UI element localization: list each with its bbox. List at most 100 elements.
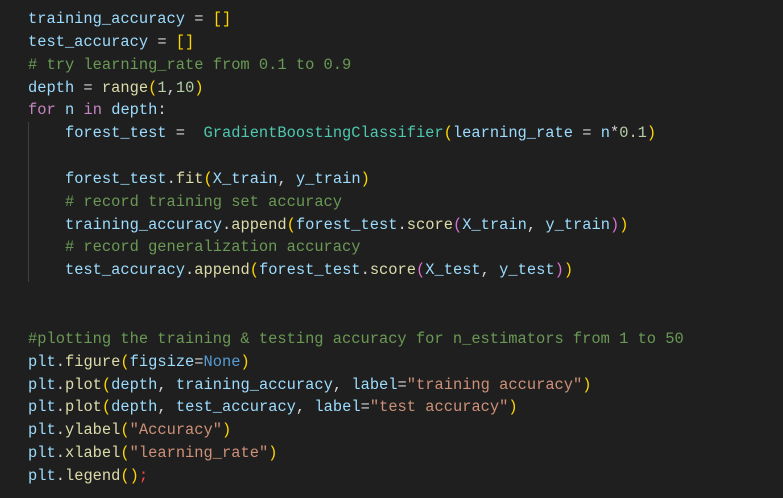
code-line[interactable]: # record generalization accuracy: [0, 236, 783, 260]
code-line[interactable]: ​: [0, 282, 783, 305]
code-token: None: [203, 352, 241, 371]
code-token: label: [314, 398, 361, 417]
code-line[interactable]: for n in depth:: [0, 99, 783, 122]
code-token: depth: [111, 398, 158, 417]
code-line[interactable]: # try learning_rate from 0.1 to 0.9: [0, 54, 783, 77]
code-token: =: [185, 10, 213, 28]
code-line[interactable]: test_accuracy.append(forest_test.score(X…: [0, 259, 783, 283]
code-token: figsize: [129, 352, 195, 371]
code-token: plt: [28, 398, 56, 417]
code-token: (: [452, 215, 463, 234]
code-token: depth: [111, 101, 158, 120]
code-token: =: [148, 32, 176, 51]
code-line[interactable]: training_accuracy = []: [0, 8, 783, 31]
code-token: .: [55, 398, 65, 417]
code-token: *: [609, 124, 620, 143]
code-token: ): [222, 421, 232, 440]
code-token: in: [83, 101, 102, 120]
code-token: for: [28, 101, 56, 120]
code-line[interactable]: forest_test.fit(X_train, y_train): [0, 167, 783, 191]
code-token: forest_test: [64, 169, 167, 188]
code-token: GradientBoostingClassifier: [203, 124, 444, 143]
code-token: =: [166, 124, 204, 143]
code-line[interactable]: plt.figure(figsize=None): [0, 351, 783, 374]
code-line[interactable]: depth = range(1,10): [0, 77, 783, 100]
code-token: ): [609, 215, 620, 234]
code-line[interactable]: plt.ylabel("Accuracy"): [0, 419, 783, 442]
code-token: (: [148, 78, 158, 97]
code-line[interactable]: plt.xlabel("learning_rate"): [0, 442, 783, 465]
code-token: y_train: [545, 215, 610, 234]
code-token: "test accuracy": [369, 398, 509, 417]
code-token: (: [249, 261, 259, 280]
code-editor[interactable]: training_accuracy = [] test_accuracy = []…: [0, 0, 783, 498]
indent-guide: [28, 167, 29, 191]
code-token: depth: [111, 375, 158, 394]
code-token: (: [120, 444, 130, 463]
code-line[interactable]: plt.legend();: [0, 465, 783, 488]
code-token: # try learning_rate from 0.1 to 0.9: [28, 55, 352, 74]
code-token: X_train: [212, 169, 278, 188]
indent-guide: [28, 190, 29, 214]
code-token: "training accuracy": [406, 375, 583, 394]
code-token: (: [203, 169, 213, 188]
code-token: (: [416, 261, 426, 280]
code-token: .: [185, 261, 195, 280]
code-line[interactable]: ​: [0, 145, 783, 168]
code-token: learning_rate: [452, 124, 573, 143]
code-token: # record generalization accuracy: [64, 238, 361, 257]
code-token: plot: [64, 375, 102, 394]
code-line[interactable]: ​: [0, 305, 783, 328]
code-line[interactable]: # record training set accuracy: [0, 190, 783, 214]
code-token: ,: [332, 375, 352, 394]
code-token: .: [55, 375, 65, 394]
code-line[interactable]: plt.plot(depth, training_accuracy, label…: [0, 374, 783, 397]
code-token: =: [572, 124, 601, 143]
code-token: ): [563, 261, 574, 280]
indent-guide: [28, 145, 29, 168]
code-token: ,: [295, 398, 315, 417]
code-token: ): [619, 215, 629, 234]
code-token: ): [554, 261, 564, 280]
code-token: (: [443, 124, 453, 143]
code-token: ): [194, 78, 204, 97]
code-token: ,: [277, 169, 296, 188]
code-token: y_train: [295, 169, 361, 188]
code-token: =: [397, 375, 407, 394]
code-token: append: [194, 261, 250, 280]
indent-guide: [28, 122, 29, 146]
code-line[interactable]: test_accuracy = []: [0, 31, 783, 54]
code-token: training_accuracy: [175, 375, 333, 394]
code-token: .: [55, 352, 65, 371]
indent-guide: [28, 259, 29, 283]
code-token: .: [221, 215, 232, 234]
indent-guide: [28, 236, 29, 260]
code-token: ): [582, 375, 592, 394]
code-token: 0.1: [619, 124, 647, 143]
code-token: ): [508, 398, 518, 417]
code-line[interactable]: training_accuracy.append(forest_test.sco…: [0, 213, 783, 237]
code-token: score: [369, 261, 416, 280]
code-token: X_test: [425, 261, 481, 280]
code-token: forest_test: [295, 215, 398, 234]
code-line[interactable]: plt.plot(depth, test_accuracy, label="te…: [0, 396, 783, 419]
code-token: 1: [157, 78, 167, 97]
code-token: "Accuracy": [129, 421, 222, 440]
code-token: X_train: [462, 215, 527, 234]
code-token: ,: [157, 375, 176, 394]
code-token: ): [268, 444, 278, 463]
code-token: legend: [64, 466, 121, 485]
code-line[interactable]: forest_test = GradientBoostingClassifier…: [0, 122, 783, 146]
code-token: figure: [64, 352, 121, 371]
code-token: []: [175, 32, 195, 51]
code-token: append: [231, 215, 287, 234]
code-line[interactable]: #plotting the training & testing accurac…: [0, 328, 783, 351]
code-token: ylabel: [64, 421, 121, 440]
code-token: ): [646, 124, 657, 143]
code-token: training_accuracy: [28, 10, 186, 28]
code-token: forest_test: [64, 124, 167, 143]
